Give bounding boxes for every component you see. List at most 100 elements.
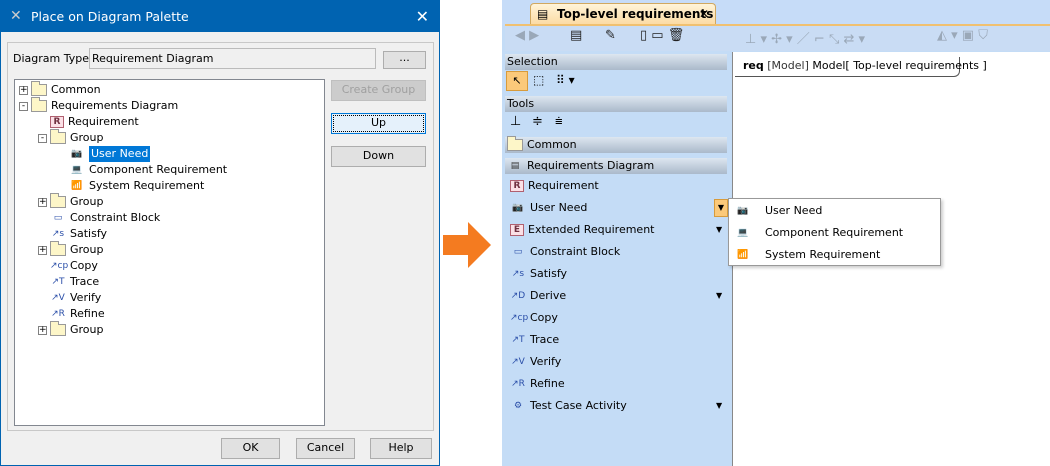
folder-icon (50, 129, 66, 144)
tree-node[interactable]: + Group (38, 321, 104, 338)
diagram-type-field[interactable]: Requirement Diagram (89, 48, 376, 69)
item-label: System Requirement (765, 248, 881, 261)
tree-node-label: Group (70, 131, 104, 144)
palette-item-label: Refine (530, 377, 565, 390)
collapse-icon[interactable]: - (19, 101, 28, 111)
close-icon[interactable]: ✕ (416, 1, 429, 32)
tab-title: Top-level requirements (557, 7, 714, 21)
layout-icon[interactable]: ⊥ ▾ ✢ ▾ ／ ⌐ ⤡ ⇄ ▾ (745, 28, 865, 47)
tree-node[interactable]: + Common (19, 81, 101, 98)
tree-node[interactable]: ↗R Refine (50, 306, 105, 322)
create-group-button[interactable]: Create Group (331, 80, 426, 101)
popup-item-system-requirement[interactable]: 📶 System Requirement (735, 245, 880, 265)
close-tab-icon[interactable]: ✕ (699, 4, 709, 24)
tree-node[interactable]: ↗s Satisfy (50, 226, 107, 242)
requirement-icon: R (50, 116, 64, 128)
satisfy-icon: ↗s (511, 269, 525, 279)
folder-icon (50, 193, 66, 208)
diagram-icon: ▤ (510, 161, 520, 171)
palette-item-copy[interactable]: ↗cp Copy (510, 309, 558, 327)
copy-icon: ↗cp (510, 313, 529, 323)
tree-node[interactable]: + Group (38, 193, 104, 210)
tree-node[interactable]: ▭ Constraint Block (50, 210, 161, 226)
palette-item-user-need[interactable]: 📷 User Need (510, 199, 587, 217)
tree-node[interactable]: - Group (38, 129, 104, 146)
expand-icon[interactable]: + (38, 325, 47, 335)
owner-type: [Model] (767, 59, 809, 72)
cancel-button[interactable]: Cancel (296, 438, 355, 459)
up-button[interactable]: Up (331, 113, 426, 134)
palette-item-verify[interactable]: ↗V Verify (510, 353, 561, 371)
tree-node-label: Requirements Diagram (51, 99, 179, 112)
palette-item-requirement[interactable]: R Requirement (510, 177, 599, 195)
trace-icon: ↗T (511, 335, 525, 345)
palette-item-trace[interactable]: ↗T Trace (510, 331, 559, 349)
help-button[interactable]: Help (370, 438, 432, 459)
derive-icon: ↗D (510, 291, 526, 301)
verify-icon: ↗V (511, 357, 525, 367)
remove-space-icon[interactable]: ⩧ (555, 114, 563, 129)
tree-node[interactable]: 💻 Component Requirement (69, 162, 227, 178)
tree-node-label: Refine (70, 307, 105, 320)
folder-icon (50, 241, 66, 256)
popup-item-component-requirement[interactable]: 💻 Component Requirement (735, 223, 903, 243)
toolbar: ◀ ▶ ▤ ✎ ▯ ▭ 🗑 ⊥ ▾ ✢ ▾ ／ ⌐ ⤡ ⇄ ▾ ◭ ▾ ▣ ⛉ (505, 26, 1050, 51)
tree-node[interactable]: R Requirement (50, 114, 139, 130)
camera-icon: 📷 (71, 149, 83, 159)
tree-node-label: Copy (70, 259, 98, 272)
validate-icon[interactable]: ✎ (605, 28, 616, 43)
selection-header[interactable]: Selection (505, 54, 727, 70)
tree-node[interactable]: ↗T Trace (50, 274, 99, 290)
browse-button[interactable]: ... (383, 51, 426, 69)
ok-button[interactable]: OK (221, 438, 280, 459)
palette-item-refine[interactable]: ↗R Refine (510, 375, 565, 393)
dropdown-arrow-icon[interactable]: ▼ (716, 225, 722, 234)
palette-item-test-case-activity[interactable]: ⚙ Test Case Activity (510, 397, 627, 415)
tree-node[interactable]: 📷 User Need (69, 146, 151, 162)
palette-item-derive[interactable]: ↗D Derive (510, 287, 566, 305)
dropdown-arrow-icon[interactable]: ▼ (716, 291, 722, 300)
tree-node-label: Verify (70, 291, 102, 304)
diagram-name: [ Top-level requirements ] (845, 59, 987, 72)
user-need-dropdown-button[interactable]: ▼ (714, 199, 728, 217)
style-icon[interactable]: ◭ ▾ ▣ ⛉ (937, 28, 988, 43)
collapse-icon[interactable]: - (38, 133, 47, 143)
tree-node[interactable]: 📶 System Requirement (69, 178, 204, 194)
arrow-right-icon (443, 222, 491, 268)
down-button[interactable]: Down (331, 146, 426, 167)
palette-item-constraint-block[interactable]: ▭ Constraint Block (510, 243, 621, 261)
pointer-tool[interactable]: ↖ (506, 71, 528, 91)
palette-tree[interactable]: + Common - Requirements Diagram R Requirement… (14, 79, 325, 426)
dialog-title: Place on Diagram Palette (31, 9, 189, 24)
dropdown-arrow-icon[interactable]: ▼ (716, 401, 722, 410)
tree-node[interactable]: + Group (38, 241, 104, 258)
marquee-select-icon[interactable]: ⬚ (533, 73, 544, 87)
palette-group-common[interactable]: Common (505, 136, 727, 153)
tree-node-label: Trace (70, 275, 100, 288)
diagram-frame-header: req [Model] Model[ Top-level requirement… (735, 57, 987, 77)
paste-icon[interactable]: ▯ ▭ 🗑 (640, 28, 684, 43)
containment-icon[interactable]: ▤ (570, 28, 582, 43)
palette-item-satisfy[interactable]: ↗s Satisfy (510, 265, 567, 283)
insert-space-icon[interactable]: ≑ (532, 114, 543, 129)
stamp-icon[interactable]: ⊥ (510, 114, 521, 129)
extended-icon: E (510, 224, 524, 236)
tree-node-label: Component Requirement (89, 163, 228, 176)
popup-item-user-need[interactable]: 📷 User Need (735, 201, 822, 221)
palette-item-label: Verify (530, 355, 562, 368)
wifi-icon: 📶 (737, 250, 749, 260)
expand-icon[interactable]: + (38, 197, 47, 207)
tab-top-level-requirements[interactable]: ▤ Top-level requirements ✕ (530, 3, 716, 26)
expand-icon[interactable]: + (19, 85, 28, 95)
back-icon[interactable]: ◀ ▶ (515, 28, 539, 43)
tools-header[interactable]: Tools (505, 96, 727, 112)
owner-name: Model (812, 59, 846, 72)
palette-group-requirements-diagram[interactable]: ▤ Requirements Diagram (505, 158, 727, 174)
verify-icon: ↗V (51, 293, 65, 303)
tree-node[interactable]: ↗V Verify (50, 290, 101, 306)
lasso-select-icon[interactable]: ⠿ ▾ (556, 73, 575, 87)
expand-icon[interactable]: + (38, 245, 47, 255)
palette-item-extended-requirement[interactable]: E Extended Requirement (510, 221, 654, 239)
tree-node[interactable]: - Requirements Diagram (19, 97, 179, 114)
tree-node[interactable]: ↗cp Copy (50, 258, 98, 274)
